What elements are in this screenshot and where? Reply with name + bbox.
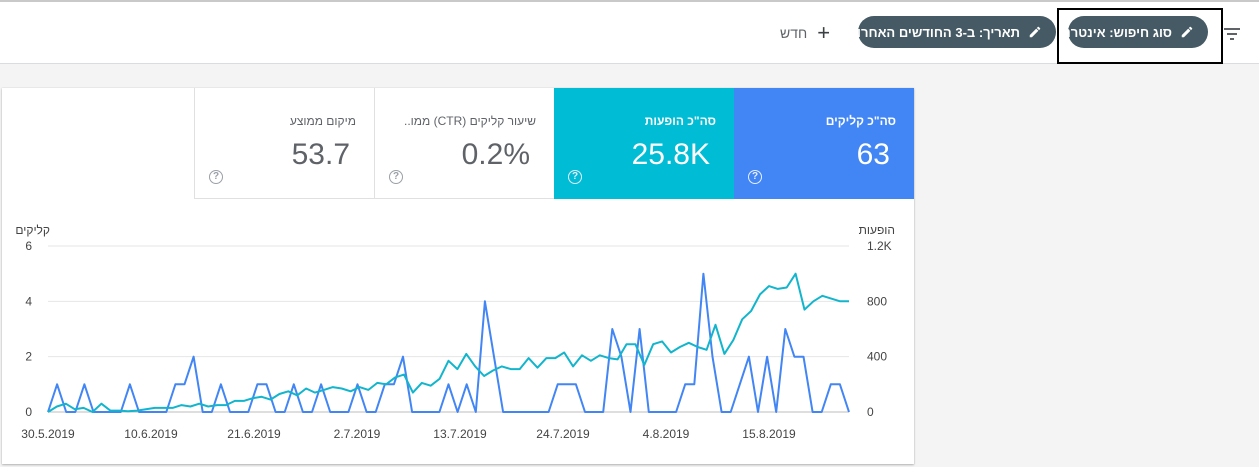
x-axis-tick: 15.8.2019 [742,427,796,441]
x-axis-tick: 10.6.2019 [124,427,178,441]
right-axis-label: הופעות [859,223,895,237]
performance-card: סה"כ קליקים 63 ? סה"כ הופעות 25.8K ? שיע… [2,88,914,464]
x-axis-tick: 4.8.2019 [643,427,690,441]
performance-chart[interactable]: 6 1.2K 4 800 2 400 0 0 קליקים הופעות 30.5.2019 10.6… [2,88,914,464]
impressions-series-line [47,272,849,413]
right-axis-tick: 800 [867,294,887,308]
left-axis-tick: 2 [25,350,32,364]
x-axis-tick: 24.7.2019 [536,427,590,441]
left-axis-tick: 0 [25,405,32,419]
x-axis-tick: 13.7.2019 [433,427,487,441]
filter-icon[interactable] [1222,24,1242,44]
pencil-icon [1181,26,1193,38]
right-axis-tick: 400 [867,350,887,364]
right-axis-tick: 1.2K [867,239,892,253]
search-type-chip-label: סוג חיפוש: אינטרנט [1056,24,1172,40]
new-filter-label: חדש [780,25,808,41]
clicks-series-line [47,272,850,413]
search-type-filter-chip[interactable]: סוג חיפוש: אינטרנט [1056,16,1208,48]
x-axis-tick: 2.7.2019 [334,427,381,441]
pencil-icon [1029,26,1041,38]
plus-icon: + [817,20,831,45]
x-axis-tick: 30.5.2019 [21,427,75,441]
left-axis-tick: 4 [25,294,32,308]
top-toolbar: סוג חיפוש: אינטרנט תאריך: ב-3 החודשים הא… [0,0,1259,64]
date-filter-chip[interactable]: תאריך: ב-3 החודשים האחרונים [838,16,1056,48]
new-filter-button[interactable]: + חדש [780,22,830,44]
left-axis-tick: 6 [25,239,32,253]
x-axis-tick: 21.6.2019 [227,427,281,441]
right-axis-tick: 0 [867,405,874,419]
date-chip-label: תאריך: ב-3 החודשים האחרונים [838,24,1020,40]
left-axis-label: קליקים [15,223,50,237]
